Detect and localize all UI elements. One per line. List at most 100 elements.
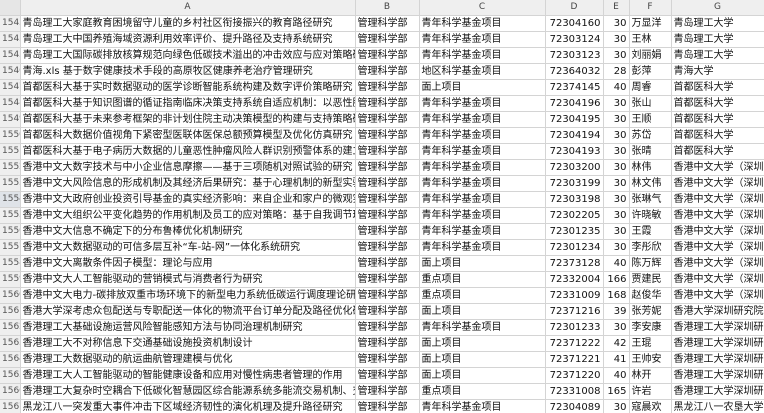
- cell-amount[interactable]: 39: [603, 303, 630, 320]
- cell-organization[interactable]: 香港中文大学（深圳）: [671, 159, 764, 176]
- cell-project-type[interactable]: 面上项目: [419, 255, 546, 272]
- cell-person[interactable]: 王霞: [629, 223, 672, 240]
- cell-project-id[interactable]: 72371221: [545, 351, 604, 368]
- cell-project-title[interactable]: 首都医科大基于知识图谱的循证指南临床决策支持系统自适应机制：以恶性肿瘤诊断指南为…: [20, 95, 356, 112]
- table-row[interactable]: 1564香港理工大数据驱动的航运曲航管理建模与优化管理科学部面上项目723712…: [0, 351, 764, 368]
- column-header-d[interactable]: D: [545, 0, 604, 16]
- row-number[interactable]: 1545: [0, 47, 21, 64]
- row-number[interactable]: 1555: [0, 207, 21, 224]
- table-row[interactable]: 1551首都医科大基于电子病历大数据的儿童恶性肿瘤风险人群识别预警体系的建立与评…: [0, 143, 764, 160]
- row-number[interactable]: 1560: [0, 287, 21, 304]
- cell-project-type[interactable]: 青年科学基金项目: [419, 175, 546, 192]
- cell-department[interactable]: 管理科学部: [355, 335, 420, 352]
- cell-amount[interactable]: 30: [603, 399, 630, 413]
- cell-amount[interactable]: 30: [603, 15, 630, 32]
- cell-project-type[interactable]: 面上项目: [419, 79, 546, 96]
- row-number[interactable]: 1551: [0, 143, 21, 160]
- cell-person[interactable]: 张琳气: [629, 191, 672, 208]
- table-row[interactable]: 1565香港理工大人工智能驱动的智能健康设备和应用对慢性病患者管理的作用管理科学…: [0, 367, 764, 384]
- cell-organization[interactable]: 香港理工大学深圳研究: [671, 383, 764, 400]
- table-row[interactable]: 1552香港中文大数字技术与中小企业信息摩擦——基于三项随机对照试验的研究管理科…: [0, 159, 764, 176]
- select-all-corner[interactable]: [0, 0, 21, 16]
- row-number[interactable]: 1556: [0, 223, 21, 240]
- cell-department[interactable]: 管理科学部: [355, 191, 420, 208]
- cell-project-title[interactable]: 香港中文大离散条件因子模型：理论与应用: [20, 255, 356, 272]
- cell-amount[interactable]: 30: [603, 191, 630, 208]
- cell-project-type[interactable]: 面上项目: [419, 303, 546, 320]
- row-number[interactable]: 1566: [0, 383, 21, 400]
- cell-project-id[interactable]: 72371220: [545, 367, 604, 384]
- cell-amount[interactable]: 30: [603, 207, 630, 224]
- cell-person[interactable]: 林开: [629, 367, 672, 384]
- cell-department[interactable]: 管理科学部: [355, 175, 420, 192]
- cell-department[interactable]: 管理科学部: [355, 207, 420, 224]
- cell-project-title[interactable]: 香港中文大信息不确定下的分布鲁棒优化机制研究: [20, 223, 356, 240]
- row-number[interactable]: 1553: [0, 175, 21, 192]
- cell-amount[interactable]: 168: [603, 287, 630, 304]
- cell-project-title[interactable]: 香港理工大不对称信息下交通基础设施投资机制设计: [20, 335, 356, 352]
- cell-amount[interactable]: 30: [603, 143, 630, 160]
- table-row[interactable]: 1543青岛理工大中国养殖海域资源利用效率评价、提升路径及支持系统研究管理科学部…: [0, 31, 764, 48]
- cell-amount[interactable]: 30: [603, 47, 630, 64]
- cell-department[interactable]: 管理科学部: [355, 127, 420, 144]
- cell-organization[interactable]: 首都医科大学: [671, 143, 764, 160]
- cell-project-title[interactable]: 香港理工大数据驱动的航运曲航管理建模与优化: [20, 351, 356, 368]
- row-number[interactable]: 1559: [0, 271, 21, 288]
- cell-project-type[interactable]: 重点项目: [419, 383, 546, 400]
- cell-amount[interactable]: 30: [603, 159, 630, 176]
- cell-person[interactable]: 贾建民: [629, 271, 672, 288]
- cell-person[interactable]: 赵俊华: [629, 287, 672, 304]
- cell-project-id[interactable]: 72304089: [545, 399, 604, 413]
- cell-project-type[interactable]: 青年科学基金项目: [419, 15, 546, 32]
- cell-person[interactable]: 寇晨欢: [629, 399, 672, 413]
- cell-project-type[interactable]: 青年科学基金项目: [419, 95, 546, 112]
- cell-person[interactable]: 陈万辉: [629, 255, 672, 272]
- cell-department[interactable]: 管理科学部: [355, 223, 420, 240]
- cell-department[interactable]: 管理科学部: [355, 271, 420, 288]
- table-row[interactable]: 1546青海.xls 基于数字健康技术手段的高原牧区健康养老治疗管理研究管理科学…: [0, 63, 764, 80]
- cell-organization[interactable]: 青岛理工大学: [671, 31, 764, 48]
- row-number[interactable]: 1554: [0, 191, 21, 208]
- cell-project-type[interactable]: 青年科学基金项目: [419, 127, 546, 144]
- cell-department[interactable]: 管理科学部: [355, 63, 420, 80]
- column-header-a[interactable]: A: [20, 0, 356, 16]
- cell-department[interactable]: 管理科学部: [355, 47, 420, 64]
- cell-person[interactable]: 彭萍: [629, 63, 672, 80]
- row-number[interactable]: 1557: [0, 239, 21, 256]
- cell-organization[interactable]: 香港中文大学（深圳）: [671, 191, 764, 208]
- cell-organization[interactable]: 香港中文大学（深圳）: [671, 223, 764, 240]
- cell-department[interactable]: 管理科学部: [355, 287, 420, 304]
- row-number[interactable]: 1567: [0, 399, 21, 413]
- cell-amount[interactable]: 40: [603, 79, 630, 96]
- cell-project-type[interactable]: 青年科学基金项目: [419, 207, 546, 224]
- cell-project-type[interactable]: 重点项目: [419, 287, 546, 304]
- cell-person[interactable]: 王顺: [629, 111, 672, 128]
- column-header-c[interactable]: C: [419, 0, 546, 16]
- row-number[interactable]: 1564: [0, 351, 21, 368]
- column-header-b[interactable]: B: [355, 0, 420, 16]
- cell-amount[interactable]: 42: [603, 335, 630, 352]
- row-number[interactable]: 1552: [0, 159, 21, 176]
- table-row[interactable]: 1549首都医科大基于未来参考框架的非计划住院主动决策模型的构建与支持策略研究管…: [0, 111, 764, 128]
- cell-department[interactable]: 管理科学部: [355, 367, 420, 384]
- cell-project-id[interactable]: 72364032: [545, 63, 604, 80]
- cell-project-title[interactable]: 香港中文大电力-碳排放双重市场环境下的新型电力系统低碳运行调度理论研究: [20, 287, 356, 304]
- table-row[interactable]: 1556香港中文大信息不确定下的分布鲁棒优化机制研究管理科学部青年科学基金项目7…: [0, 223, 764, 240]
- cell-project-type[interactable]: 青年科学基金项目: [419, 319, 546, 336]
- row-number[interactable]: 1546: [0, 63, 21, 80]
- cell-amount[interactable]: 30: [603, 175, 630, 192]
- cell-organization[interactable]: 香港理工大学深圳研究: [671, 319, 764, 336]
- cell-amount[interactable]: 166: [603, 271, 630, 288]
- cell-organization[interactable]: 首都医科大学: [671, 127, 764, 144]
- cell-project-type[interactable]: 青年科学基金项目: [419, 159, 546, 176]
- cell-person[interactable]: 刘丽娟: [629, 47, 672, 64]
- cell-project-id[interactable]: 72331009: [545, 287, 604, 304]
- column-header-f[interactable]: F: [629, 0, 672, 16]
- cell-department[interactable]: 管理科学部: [355, 15, 420, 32]
- cell-project-title[interactable]: 首都医科大数据价值视角下紧密型医联体医保总额预算模型及优化仿真研究: [20, 127, 356, 144]
- cell-person[interactable]: 林文伟: [629, 175, 672, 192]
- cell-organization[interactable]: 香港中文大学（深圳）: [671, 255, 764, 272]
- cell-department[interactable]: 管理科学部: [355, 303, 420, 320]
- cell-department[interactable]: 管理科学部: [355, 95, 420, 112]
- cell-department[interactable]: 管理科学部: [355, 79, 420, 96]
